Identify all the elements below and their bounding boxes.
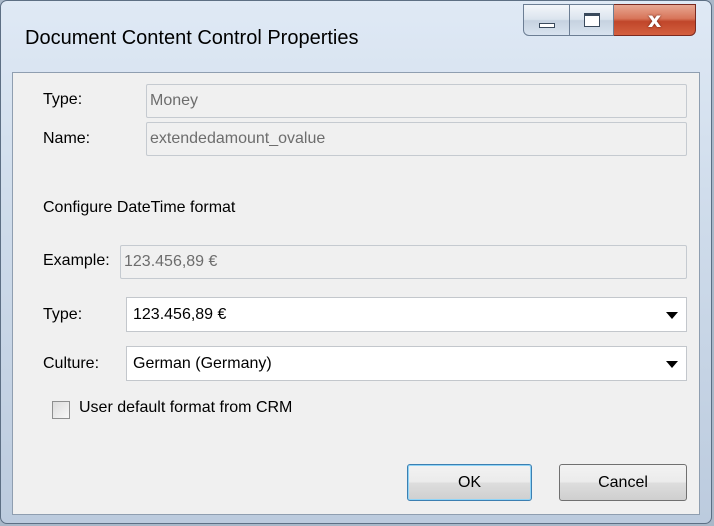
dialog-window: Document Content Control Properties x Ty…: [0, 0, 712, 524]
name-field: extendedamount_ovalue: [146, 122, 687, 156]
culture-value: German (Germany): [133, 355, 272, 372]
minimize-icon: [538, 22, 555, 28]
type-label: Type:: [43, 91, 83, 108]
minimize-button[interactable]: [523, 4, 570, 36]
window-title: Document Content Control Properties: [25, 27, 359, 49]
dropdown-arrow-icon: [666, 361, 678, 368]
title-bar[interactable]: Document Content Control Properties x: [1, 1, 711, 73]
close-button[interactable]: x: [614, 4, 696, 36]
format-type-value: 123.456,89 €: [133, 306, 227, 323]
culture-dropdown[interactable]: German (Germany): [126, 346, 687, 381]
section-heading: Configure DateTime format: [43, 199, 236, 216]
maximize-button[interactable]: [570, 4, 614, 36]
ok-button[interactable]: OK: [407, 464, 532, 501]
example-label: Example:: [43, 252, 110, 269]
dropdown-arrow-icon: [666, 312, 678, 319]
default-format-checkbox-label[interactable]: User default format from CRM: [79, 399, 292, 417]
dialog-content: Type: Money Name: extendedamount_ovalue …: [12, 72, 700, 515]
format-type-label: Type:: [43, 306, 83, 323]
close-icon: x: [647, 8, 662, 32]
default-format-checkbox[interactable]: [52, 401, 70, 419]
cancel-button[interactable]: Cancel: [559, 464, 687, 501]
example-field: 123.456,89 €: [120, 245, 687, 279]
format-type-dropdown[interactable]: 123.456,89 €: [126, 297, 687, 332]
type-field: Money: [146, 84, 687, 118]
culture-label: Culture:: [43, 355, 100, 372]
name-label: Name:: [43, 130, 91, 147]
window-controls: x: [523, 4, 696, 36]
maximize-icon: [583, 13, 600, 27]
